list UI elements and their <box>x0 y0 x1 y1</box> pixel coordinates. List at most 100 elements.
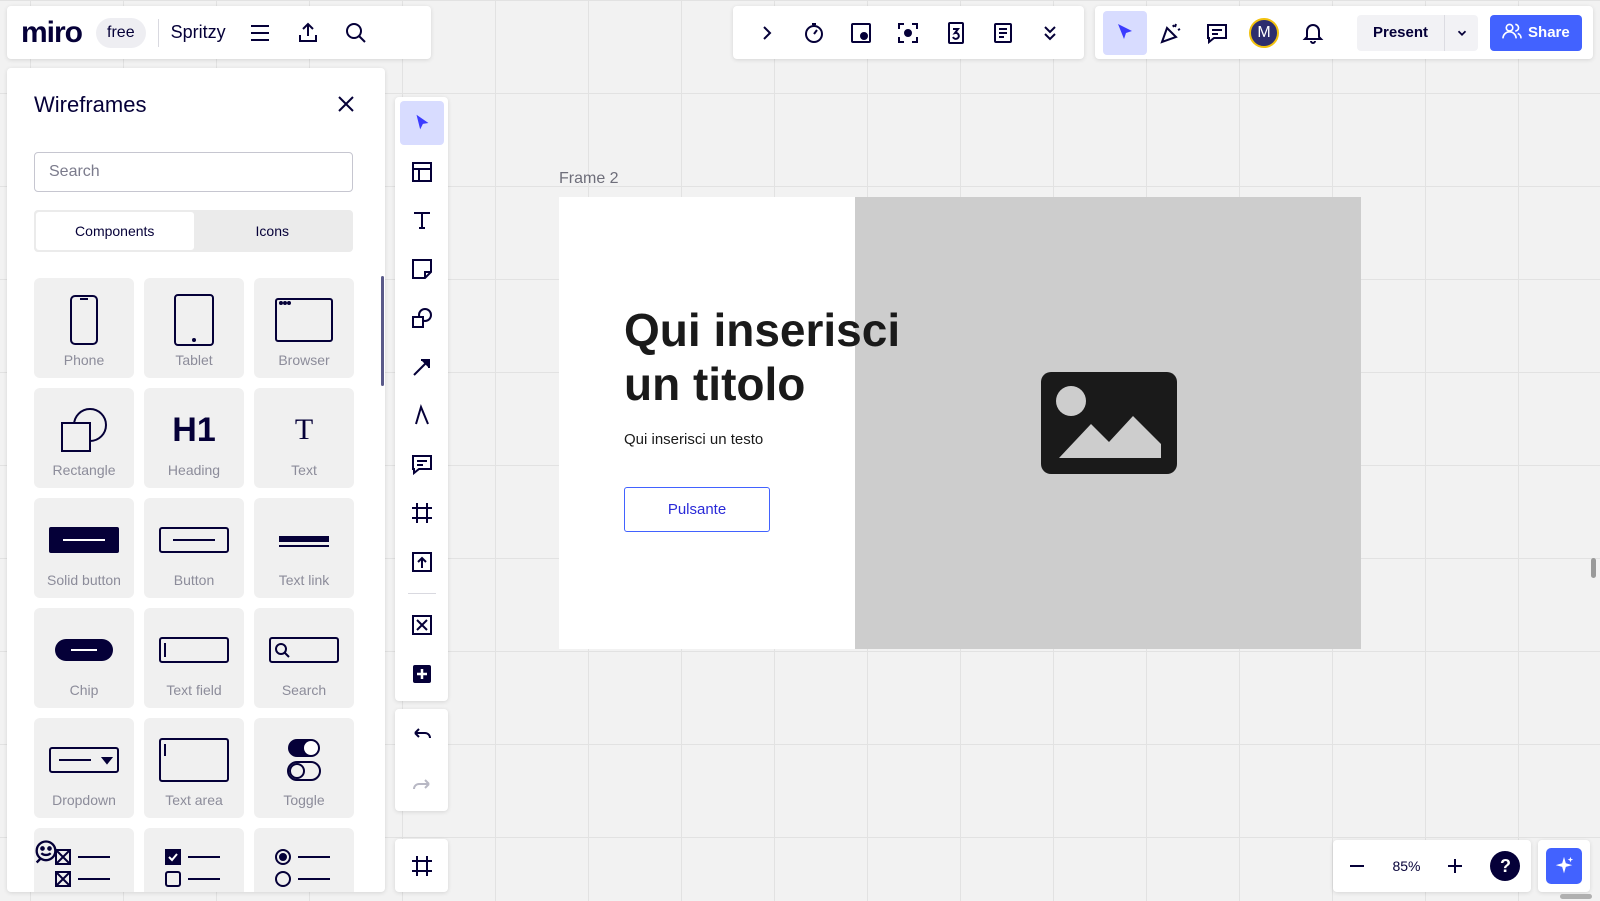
chevron-right-icon[interactable] <box>753 19 781 47</box>
more-apps-plus-icon[interactable] <box>400 652 444 696</box>
component-browser[interactable]: Browser <box>254 278 354 378</box>
ai-assist-panel <box>1538 840 1590 892</box>
component-label: Dropdown <box>52 792 116 808</box>
component-text-link[interactable]: Text link <box>254 498 354 598</box>
shapes-icon[interactable] <box>400 296 444 340</box>
frame-icon[interactable] <box>400 491 444 535</box>
component-search[interactable]: Search <box>254 608 354 708</box>
text-field-icon <box>144 622 244 678</box>
frames-panel-button[interactable] <box>395 839 448 892</box>
frame-body-text[interactable]: Qui inserisci un testo <box>624 431 763 448</box>
component-dropdown[interactable]: Dropdown <box>34 718 134 818</box>
text-tool-icon[interactable] <box>400 199 444 243</box>
chat-icon[interactable] <box>32 838 60 871</box>
chevron-down-icon[interactable] <box>1444 14 1478 51</box>
solid-button-icon <box>34 512 134 568</box>
comments-icon[interactable] <box>1203 19 1231 47</box>
close-icon[interactable] <box>332 90 360 118</box>
menu-icon[interactable] <box>246 19 274 47</box>
comment-icon[interactable] <box>400 442 444 486</box>
wireframe-icon[interactable] <box>400 604 444 648</box>
collaboration-toolbar <box>733 6 1084 59</box>
wireframes-panel: Wireframes Search Components Icons Phone… <box>7 68 385 892</box>
creation-toolbar <box>395 97 448 701</box>
help-button[interactable]: ? <box>1490 851 1521 881</box>
present-button[interactable]: Present <box>1357 24 1444 41</box>
focus-icon[interactable] <box>894 19 922 47</box>
plan-badge[interactable]: free <box>96 17 146 48</box>
component-radio[interactable] <box>254 828 354 892</box>
frame-button[interactable]: Pulsante <box>624 487 770 532</box>
upload-icon[interactable] <box>294 19 322 47</box>
reactions-cursor-icon[interactable] <box>1103 10 1147 55</box>
component-checkbox[interactable] <box>144 828 244 892</box>
sticky-note-icon[interactable] <box>400 247 444 291</box>
component-text-area[interactable]: Text area <box>144 718 244 818</box>
templates-icon[interactable] <box>400 150 444 194</box>
tablet-icon <box>144 292 244 348</box>
board-name[interactable]: Spritzy <box>171 22 226 43</box>
component-button[interactable]: Button <box>144 498 244 598</box>
bell-icon[interactable] <box>1299 19 1327 47</box>
zoom-out-icon[interactable] <box>1343 852 1371 880</box>
component-rectangle[interactable]: Rectangle <box>34 388 134 488</box>
redo-icon[interactable] <box>408 772 436 800</box>
button-icon <box>144 512 244 568</box>
text-icon: T <box>254 402 354 458</box>
share-label: Share <box>1528 24 1570 41</box>
frame-title[interactable]: Qui inserisci un titolo <box>624 303 954 411</box>
component-solid-button[interactable]: Solid button <box>34 498 134 598</box>
component-label: Search <box>281 682 327 698</box>
component-text[interactable]: T Text <box>254 388 354 488</box>
share-button[interactable]: Share <box>1490 14 1582 51</box>
miro-logo[interactable]: miro <box>21 16 83 50</box>
sticky-add-icon[interactable] <box>847 19 875 47</box>
upload-tool-icon[interactable] <box>400 540 444 584</box>
timer-icon[interactable] <box>800 19 828 47</box>
component-phone[interactable]: Phone <box>34 278 134 378</box>
top-left-bar: miro free Spritzy <box>7 6 431 59</box>
undo-redo-bar <box>395 709 448 811</box>
dropdown-icon <box>34 732 134 788</box>
component-label: Heading <box>167 462 221 478</box>
canvas-frame[interactable]: Qui inserisci un titolo Qui inserisci un… <box>559 197 1361 649</box>
checkbox-icon <box>144 840 244 892</box>
connection-line-icon[interactable] <box>400 345 444 389</box>
component-text-field[interactable]: Text field <box>144 608 244 708</box>
component-label: Rectangle <box>52 462 116 478</box>
component-label: Text field <box>166 682 222 698</box>
component-label: Text area <box>165 792 223 808</box>
component-chip[interactable]: Chip <box>34 608 134 708</box>
celebrate-icon[interactable] <box>1157 19 1185 47</box>
search-icon[interactable] <box>342 19 370 47</box>
counter-icon[interactable] <box>942 19 970 47</box>
present-control: Present <box>1357 14 1479 51</box>
chevron-double-down-icon[interactable] <box>1036 19 1064 47</box>
phone-icon <box>34 292 134 348</box>
component-tablet[interactable]: Tablet <box>144 278 244 378</box>
user-avatar[interactable]: M <box>1249 17 1279 48</box>
component-label: Tablet <box>175 352 213 368</box>
pen-icon[interactable] <box>400 394 444 438</box>
shapes-icon <box>34 402 134 458</box>
tab-components[interactable]: Components <box>36 212 194 250</box>
select-cursor-icon[interactable] <box>399 101 444 145</box>
vertical-scrollbar[interactable] <box>1591 558 1596 578</box>
zoom-in-icon[interactable] <box>1441 852 1469 880</box>
panel-tabs: Components Icons <box>34 210 353 252</box>
browser-icon <box>254 292 354 348</box>
component-label: Toggle <box>283 792 325 808</box>
scrollbar[interactable] <box>381 276 384 386</box>
undo-icon[interactable] <box>408 721 436 749</box>
notes-icon[interactable] <box>989 19 1017 47</box>
sparkle-icon[interactable] <box>1546 848 1582 884</box>
toggle-icon <box>254 732 354 788</box>
search-input[interactable]: Search <box>34 152 353 192</box>
frame-label[interactable]: Frame 2 <box>559 170 619 188</box>
zoom-level[interactable]: 85% <box>1392 858 1420 874</box>
component-heading[interactable]: H1 Heading <box>144 388 244 488</box>
horizontal-scrollbar[interactable] <box>1560 894 1592 899</box>
component-toggle[interactable]: Toggle <box>254 718 354 818</box>
tab-icons[interactable]: Icons <box>194 212 352 250</box>
text-link-icon <box>254 512 354 568</box>
